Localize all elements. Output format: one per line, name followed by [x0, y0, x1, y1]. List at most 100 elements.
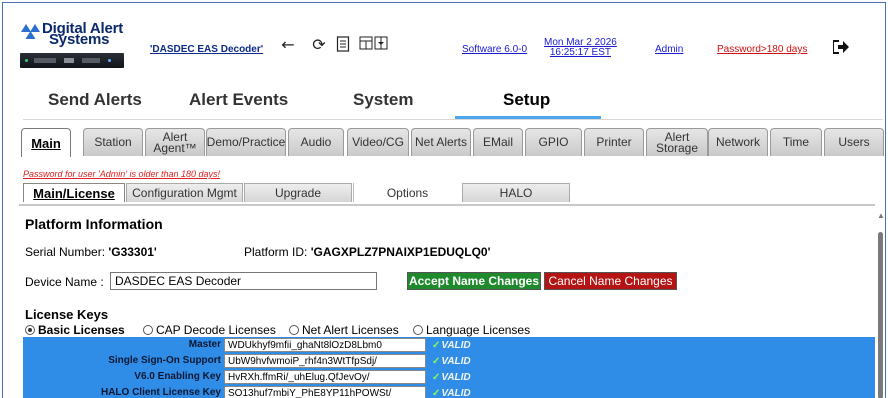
refresh-icon[interactable]: ⟳	[310, 36, 328, 54]
nav-tab-alert-events[interactable]: Alert Events	[189, 90, 288, 114]
license-key-input[interactable]	[224, 386, 426, 398]
valid-check-icon: ✓	[432, 372, 441, 383]
radio-basic-licenses[interactable]: Basic Licenses	[25, 323, 125, 337]
scroll-thumb[interactable]	[878, 232, 883, 398]
serial-number-row: Serial Number: 'G33301'	[25, 245, 157, 259]
subtab-network[interactable]: Network	[708, 128, 768, 156]
radio-language-licenses[interactable]: Language Licenses	[413, 323, 530, 337]
license-key-label: Single Sign-On Support	[108, 355, 221, 366]
logout-icon[interactable]	[832, 38, 850, 56]
license-status: ✓VALID	[432, 372, 471, 383]
license-key-label: HALO Client License Key	[100, 387, 221, 398]
subtab-email[interactable]: EMail	[473, 128, 523, 156]
radio-net-alert-label: Net Alert Licenses	[302, 323, 399, 337]
subtab-gpio[interactable]: GPIO	[525, 128, 582, 156]
device-name-label: Device Name :	[25, 275, 104, 289]
license-type-radio-group: Basic Licenses CAP Decode Licenses Net A…	[25, 323, 585, 337]
radio-unselected-icon	[413, 325, 423, 335]
nav-tab-setup[interactable]: Setup	[503, 90, 550, 114]
radio-unselected-icon	[289, 325, 299, 335]
license-key-row: HALO Client License Key ✓VALID	[23, 386, 875, 398]
setup-sub-tabs: Main Station Alert Agent™ Demo/Practice A…	[3, 128, 885, 157]
license-key-row: Single Sign-On Support ✓VALID	[23, 354, 875, 369]
license-key-label: V6.0 Enabling Key	[134, 371, 221, 382]
device-image	[20, 53, 124, 68]
radio-language-label: Language Licenses	[426, 323, 531, 337]
license-status-text: VALID	[441, 388, 471, 398]
date-time-link[interactable]: Mon Mar 2 2026 16:25:17 EST	[544, 38, 617, 58]
digital-alert-systems-logo[interactable]: Digital Alert Systems	[20, 20, 130, 70]
subtab-audio[interactable]: Audio	[288, 128, 344, 156]
subtab-alert-agent[interactable]: Alert Agent™	[145, 128, 205, 156]
license-key-input[interactable]	[224, 338, 426, 352]
radio-basic-licenses-label: Basic Licenses	[38, 323, 125, 337]
radio-unselected-icon	[143, 325, 153, 335]
license-status-text: VALID	[441, 372, 471, 383]
platform-id-row: Platform ID: 'GAGXPLZ7PNAIXP1EDUQLQ0'	[244, 245, 490, 259]
subtab-printer[interactable]: Printer	[584, 128, 644, 156]
cancel-name-changes-button[interactable]: Cancel Name Changes	[544, 272, 677, 290]
platform-info-title: Platform Information	[25, 216, 163, 232]
valid-check-icon: ✓	[432, 356, 441, 367]
logo-triangles-icon	[21, 24, 40, 39]
serial-number-value: 'G33301'	[108, 245, 157, 259]
subtab-alert-agent-line2: Agent™	[153, 140, 197, 155]
serial-number-label: Serial Number:	[25, 245, 106, 259]
password-warning-link[interactable]: Password for user 'Admin' is older than …	[23, 169, 220, 179]
nav-tab-send-alerts[interactable]: Send Alerts	[48, 90, 142, 114]
document-icon[interactable]	[334, 36, 352, 54]
main-nav: Send Alerts Alert Events System Setup	[3, 90, 885, 120]
license-keys-table: Master ✓VALID Single Sign-On Support ✓VA…	[23, 337, 875, 398]
subtab-net-alerts[interactable]: Net Alerts	[411, 128, 471, 156]
license-status: ✓VALID	[432, 388, 471, 398]
tab-configuration-mgmt[interactable]: Configuration Mgmt	[126, 183, 243, 202]
app-frame: Digital Alert Systems 'DASDEC EAS Decode…	[2, 2, 886, 398]
accept-name-changes-button[interactable]: Accept Name Changes	[407, 272, 541, 290]
logo-text-line2: Systems	[49, 31, 110, 48]
device-name-link[interactable]: 'DASDEC EAS Decoder'	[150, 44, 263, 55]
radio-cap-decode-licenses[interactable]: CAP Decode Licenses	[143, 323, 276, 337]
license-key-input[interactable]	[224, 354, 426, 368]
subtab-demo-practice[interactable]: Demo/Practice	[206, 128, 286, 156]
subtab-main[interactable]: Main	[21, 128, 71, 157]
license-status: ✓VALID	[432, 340, 471, 351]
subtab-video-cg[interactable]: Video/CG	[347, 128, 409, 156]
license-keys-title: License Keys	[25, 307, 109, 322]
nav-tab-system[interactable]: System	[353, 90, 413, 114]
password-age-link[interactable]: Password>180 days	[717, 44, 807, 55]
subtab-users[interactable]: Users	[824, 128, 884, 156]
radio-selected-icon	[25, 325, 35, 335]
tab-options[interactable]: Options	[353, 183, 461, 202]
scroll-up-arrow-icon[interactable]: ▲	[877, 211, 885, 220]
license-status: ✓VALID	[432, 356, 471, 367]
license-key-row: Master ✓VALID	[23, 338, 875, 353]
split-view-icon[interactable]	[359, 36, 389, 54]
header: Digital Alert Systems 'DASDEC EAS Decode…	[3, 3, 885, 79]
user-link[interactable]: Admin	[655, 44, 683, 55]
subtab-time[interactable]: Time	[770, 128, 822, 156]
license-key-row: V6.0 Enabling Key ✓VALID	[23, 370, 875, 385]
main-sub-tabs: Main/License Configuration Mgmt Upgrade …	[23, 183, 583, 203]
tab-main-license[interactable]: Main/License	[23, 183, 125, 202]
platform-id-value: 'GAGXPLZ7PNAIXP1EDUQLQ0'	[310, 245, 491, 259]
subtab-station[interactable]: Station	[83, 128, 143, 156]
license-key-label: Master	[188, 339, 221, 350]
time-line: 16:25:17 EST	[549, 47, 611, 58]
license-key-input[interactable]	[224, 370, 426, 384]
license-status-text: VALID	[441, 356, 471, 367]
tab-halo[interactable]: HALO	[462, 183, 570, 202]
platform-id-label: Platform ID:	[244, 245, 308, 259]
subtab-alert-storage-line2: Storage	[655, 140, 699, 155]
scrollbar[interactable]: ▲	[875, 211, 885, 398]
tab-upgrade[interactable]: Upgrade	[244, 183, 352, 202]
subtab-alert-storage[interactable]: Alert Storage	[646, 128, 708, 156]
software-version-link[interactable]: Software 6.0-0	[462, 44, 527, 55]
device-name-input[interactable]	[110, 272, 377, 290]
nav-divider	[23, 119, 883, 120]
back-arrow-icon[interactable]: ←	[279, 36, 297, 54]
radio-cap-decode-label: CAP Decode Licenses	[156, 323, 276, 337]
valid-check-icon: ✓	[432, 340, 441, 351]
license-status-text: VALID	[441, 340, 471, 351]
radio-net-alert-licenses[interactable]: Net Alert Licenses	[289, 323, 399, 337]
valid-check-icon: ✓	[432, 388, 441, 398]
